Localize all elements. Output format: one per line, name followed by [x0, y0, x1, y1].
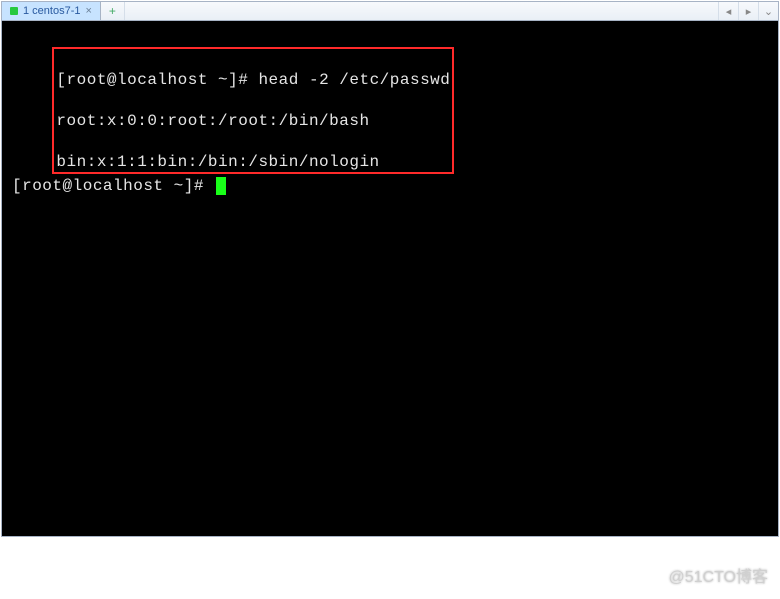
output-line: root:x:0:0:root:/root:/bin/bash — [56, 111, 450, 131]
terminal-pane[interactable]: [root@localhost ~]# head -2 /etc/passwd … — [2, 21, 778, 536]
terminal-window: 1 centos7-1 × + ◂ ▸ ⌄ [root@localhost ~]… — [1, 1, 779, 537]
tab-nav-next[interactable]: ▸ — [738, 2, 758, 20]
new-tab-button[interactable]: + — [101, 2, 125, 20]
tab-bar: 1 centos7-1 × + ◂ ▸ ⌄ — [2, 2, 778, 21]
output-line: bin:x:1:1:bin:/bin:/sbin/nologin — [56, 152, 450, 172]
tab-spacer — [125, 2, 718, 20]
highlight-box: [root@localhost ~]# head -2 /etc/passwd … — [52, 47, 454, 174]
chevron-down-icon: ⌄ — [764, 5, 773, 18]
chevron-left-icon: ◂ — [726, 5, 732, 18]
cursor-block — [216, 177, 226, 195]
watermark: @51CTO博客 — [668, 563, 768, 587]
prompt: [root@localhost ~]# — [12, 177, 204, 195]
command-text: head -2 /etc/passwd — [258, 71, 450, 89]
status-dot-icon — [10, 7, 18, 15]
plus-icon: + — [109, 4, 116, 18]
tab-nav-expand[interactable]: ⌄ — [758, 2, 778, 20]
close-icon[interactable]: × — [85, 6, 91, 17]
tab-nav-prev[interactable]: ◂ — [718, 2, 738, 20]
tab-label: 1 centos7-1 — [23, 5, 80, 17]
tab-centos7-1[interactable]: 1 centos7-1 × — [2, 2, 101, 20]
chevron-right-icon: ▸ — [746, 5, 752, 18]
prompt: [root@localhost ~]# — [56, 71, 248, 89]
